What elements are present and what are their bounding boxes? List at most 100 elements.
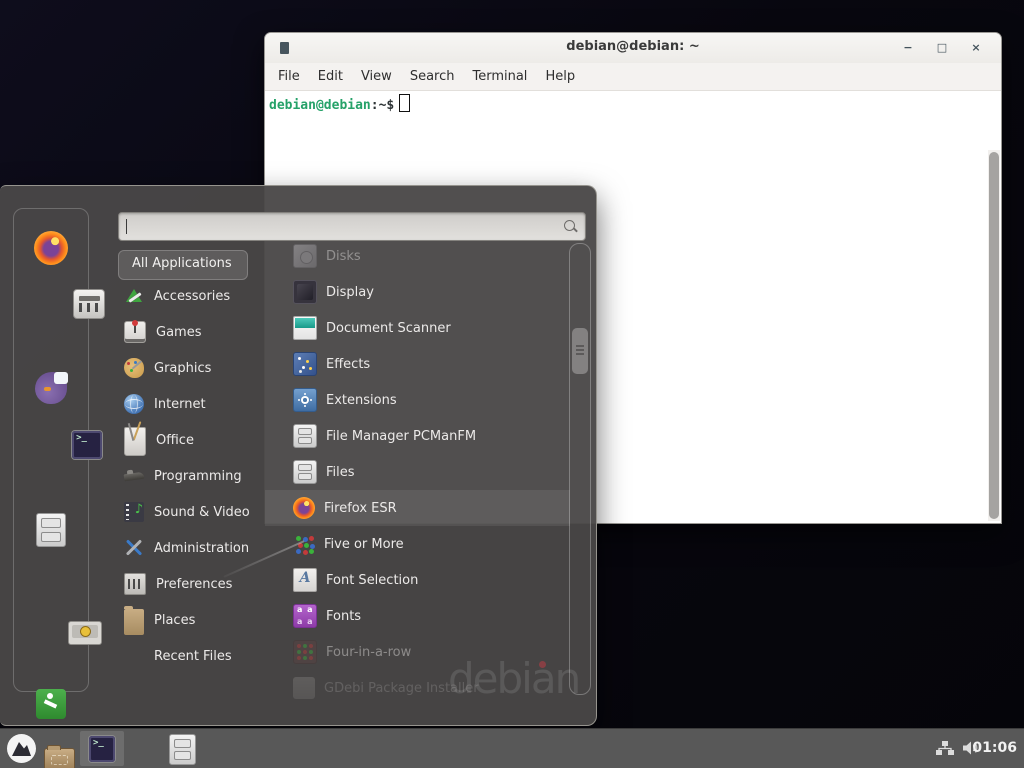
lock-screen-icon[interactable] [68, 621, 102, 645]
menu-file[interactable]: File [269, 66, 309, 87]
administration-icon [124, 538, 144, 558]
file-cabinet-icon[interactable] [169, 734, 196, 765]
terminal-task-button[interactable] [80, 731, 124, 766]
debian-swirl-dot [539, 661, 546, 668]
internet-icon [124, 394, 144, 414]
app-extensions[interactable]: Extensions [265, 382, 570, 418]
terminal-scrollbar-thumb[interactable] [989, 152, 999, 519]
terminal-icon[interactable] [72, 431, 102, 459]
places-icon [124, 609, 144, 634]
app-font-selection[interactable]: Font Selection [265, 562, 570, 598]
favorites-panel [13, 208, 89, 692]
category-sound-video[interactable]: Sound & Video [118, 494, 264, 530]
watermark-text: debian [448, 654, 579, 703]
category-label: Places [154, 613, 195, 628]
text-caret [126, 219, 127, 234]
control-center-icon[interactable] [73, 289, 105, 319]
category-label: Administration [154, 541, 249, 556]
document-scanner-icon [293, 316, 317, 340]
minimize-button[interactable]: − [897, 37, 919, 59]
category-programming[interactable]: Programming [118, 458, 264, 494]
menu-button[interactable] [6, 733, 37, 764]
category-internet[interactable]: Internet [118, 386, 264, 422]
category-office[interactable]: Office [118, 422, 264, 458]
application-menu: All Applications Accessories Games Graph… [0, 185, 597, 726]
app-fonts[interactable]: Fonts [265, 598, 570, 634]
menu-search[interactable]: Search [401, 66, 464, 87]
fonts-icon [293, 604, 317, 628]
category-label: Internet [154, 397, 206, 412]
category-label: Games [156, 325, 201, 340]
menu-terminal[interactable]: Terminal [463, 66, 536, 87]
display-icon [293, 280, 317, 304]
category-label: Recent Files [154, 649, 232, 664]
menu-edit[interactable]: Edit [309, 66, 352, 87]
app-firefox-esr[interactable]: Firefox ESR [265, 490, 570, 526]
menu-scrollbar-thumb[interactable] [572, 328, 588, 374]
category-label: Graphics [154, 361, 211, 376]
disks-icon [293, 244, 317, 268]
app-five-or-more[interactable]: Five or More [265, 526, 570, 562]
category-label: Office [156, 433, 194, 448]
file-cabinet-icon[interactable] [36, 513, 66, 547]
prompt-path: :~$ [371, 98, 394, 113]
app-label: Document Scanner [326, 321, 451, 336]
app-label: Disks [326, 249, 361, 264]
accessories-icon [124, 286, 144, 306]
terminal-title: debian@debian: ~ [265, 39, 1001, 54]
font-selection-icon [293, 568, 317, 592]
category-preferences[interactable]: Preferences [118, 566, 264, 602]
menu-view[interactable]: View [352, 66, 401, 87]
terminal-scrollbar[interactable] [988, 150, 1000, 521]
app-display[interactable]: Display [265, 274, 570, 310]
search-icon [564, 220, 575, 231]
category-administration[interactable]: Administration [118, 530, 264, 566]
application-list: Disks Display Document Scanner Effects E… [265, 238, 570, 706]
terminal-menubar: File Edit View Search Terminal Help [265, 63, 1001, 91]
category-graphics[interactable]: Graphics [118, 350, 264, 386]
sound-video-icon [124, 502, 144, 522]
app-label: Firefox ESR [324, 501, 397, 516]
category-label: Preferences [156, 577, 232, 592]
app-label: Font Selection [326, 573, 418, 588]
network-icon[interactable] [936, 741, 954, 761]
app-disks[interactable]: Disks [265, 238, 570, 274]
all-applications-button[interactable]: All Applications [118, 250, 248, 280]
terminal-titlebar[interactable]: debian@debian: ~ − □ × [265, 33, 1001, 64]
app-effects[interactable]: Effects [265, 346, 570, 382]
terminal-cursor [399, 94, 410, 112]
menu-help[interactable]: Help [536, 66, 584, 87]
four-in-a-row-icon [293, 640, 317, 664]
category-recent-files[interactable]: Recent Files [118, 638, 264, 674]
category-games[interactable]: Games [118, 314, 264, 350]
menu-scrollbar[interactable] [569, 243, 591, 695]
maximize-button[interactable]: □ [931, 37, 953, 59]
close-button[interactable]: × [965, 37, 987, 59]
app-label: Files [326, 465, 355, 480]
office-icon [124, 427, 146, 456]
search-input[interactable] [125, 216, 559, 235]
file-cabinet-icon [293, 460, 317, 484]
category-places[interactable]: Places [118, 602, 264, 638]
clock[interactable]: 01:06 [972, 740, 1017, 756]
app-label: File Manager PCManFM [326, 429, 476, 444]
pidgin-icon[interactable] [35, 372, 67, 404]
firefox-icon[interactable] [34, 231, 68, 265]
file-cabinet-icon [293, 424, 317, 448]
app-document-scanner[interactable]: Document Scanner [265, 310, 570, 346]
graphics-icon [124, 358, 144, 378]
prompt-user-host: debian@debian [269, 98, 371, 113]
log-out-icon[interactable] [36, 689, 66, 719]
category-list: Accessories Games Graphics Internet Offi… [118, 278, 264, 674]
file-manager-folder-icon[interactable] [44, 748, 75, 768]
app-label: Five or More [324, 537, 404, 552]
app-files[interactable]: Files [265, 454, 570, 490]
gdebi-icon [293, 677, 315, 699]
app-label: Four-in-a-row [326, 645, 411, 660]
category-accessories[interactable]: Accessories [118, 278, 264, 314]
category-label: Programming [154, 469, 242, 484]
menu-button-icon [6, 733, 37, 764]
app-file-manager-pcmanfm[interactable]: File Manager PCManFM [265, 418, 570, 454]
terminal-icon [89, 736, 115, 762]
debian-watermark: debian [448, 654, 579, 703]
